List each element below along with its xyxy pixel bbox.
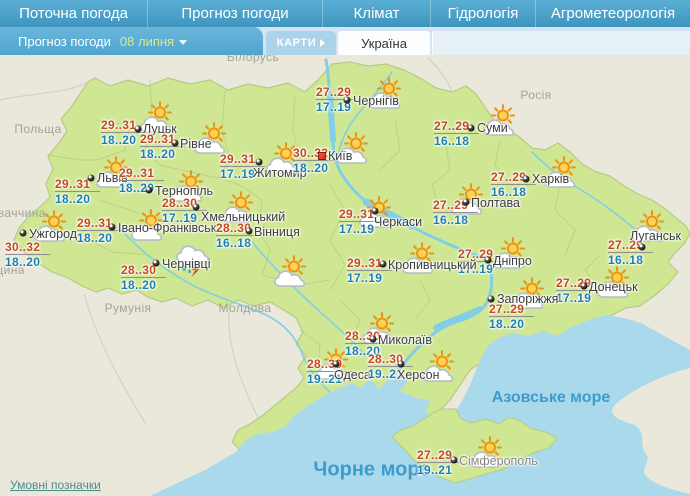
city-marker-dot[interactable]	[485, 257, 492, 264]
maps-tab-label: КАРТИ	[277, 37, 316, 49]
night-temp: 18..20	[55, 193, 100, 206]
city-label[interactable]: Черкаси	[374, 215, 422, 229]
city-label[interactable]: Луганськ	[630, 229, 681, 243]
city-marker-dot[interactable]	[153, 260, 160, 267]
temp-range: 27..2916..18	[608, 239, 653, 267]
night-temp: 16..18	[434, 135, 479, 148]
day-temp: 29..31	[119, 167, 164, 181]
country-label: Румунія	[105, 301, 152, 315]
temp-range: 27..2916..18	[491, 171, 536, 199]
city-label[interactable]: Чернігів	[353, 94, 399, 108]
region-tab-label: Україна	[361, 36, 407, 51]
capital-marker[interactable]	[318, 152, 326, 160]
city-label[interactable]: Донецьк	[589, 280, 638, 294]
night-temp: 18..20	[5, 256, 50, 269]
city-marker-dot[interactable]	[372, 208, 379, 215]
city-label[interactable]: Вінниця	[254, 225, 300, 239]
city-label[interactable]: Миколаїв	[378, 333, 432, 347]
subnav-filler	[432, 31, 690, 55]
breadcrumb-section-label: Прогноз погоди	[18, 34, 111, 49]
main-nav: Поточна погодаПрогноз погодиКліматГідрол…	[0, 0, 690, 27]
city-label[interactable]: Херсон	[397, 368, 440, 382]
sub-nav: Прогноз погоди 08 липня КАРТИ Україна	[0, 27, 690, 55]
day-temp: 28..30	[162, 197, 207, 211]
day-temp: 28..30	[121, 264, 166, 278]
city-marker-dot[interactable]	[88, 175, 95, 182]
weather-forecast-page: ПольщаБілорусьРосіяСловаччинаУгорщинаРум…	[0, 0, 690, 496]
night-temp: 19..21	[417, 464, 462, 477]
city-label[interactable]: Харків	[532, 172, 569, 186]
chevron-down-icon[interactable]	[179, 40, 187, 45]
forecast-breadcrumb-tab[interactable]: Прогноз погоди 08 липня	[0, 27, 263, 55]
nav-tab-4[interactable]: Гідрологія	[430, 0, 535, 27]
date-selector[interactable]: 08 липня	[120, 34, 174, 49]
country-label: Молдова	[219, 301, 272, 315]
temp-range: 27..2918..20	[489, 303, 534, 331]
arrow-right-icon	[320, 39, 325, 47]
city-label[interactable]: Чернівці	[162, 257, 211, 271]
city-marker-dot[interactable]	[146, 187, 153, 194]
legend-link[interactable]: Умовні позначки	[10, 478, 101, 492]
night-temp: 18..20	[121, 279, 166, 292]
city-marker-dot[interactable]	[344, 97, 351, 104]
nav-tab-3[interactable]: Клімат	[322, 0, 430, 27]
city-marker-dot[interactable]	[523, 176, 530, 183]
city-label[interactable]: Суми	[477, 121, 508, 135]
city-marker-dot[interactable]	[380, 261, 387, 268]
city-marker-dot[interactable]	[20, 230, 27, 237]
sea-label: Азовське море	[492, 389, 610, 407]
temp-range: 29..3118..20	[77, 217, 122, 245]
city-marker-dot[interactable]	[488, 296, 495, 303]
city-label[interactable]: Запоріжжя	[497, 292, 558, 306]
temp-range: 28..3018..20	[121, 264, 166, 292]
country-label: Росія	[520, 88, 551, 102]
city-label[interactable]: Кропивницький	[388, 258, 477, 272]
temp-range: 29..3118..20	[140, 133, 185, 161]
night-temp: 18..20	[293, 162, 338, 175]
nav-tab-5[interactable]: Агрометеорологія	[535, 0, 690, 27]
temp-range: 29..3118..20	[55, 178, 100, 206]
temp-range: 30..3218..20	[5, 241, 50, 269]
city-marker-dot[interactable]	[172, 140, 179, 147]
nav-tab-1[interactable]: Поточна погода	[0, 0, 147, 27]
sea-label: Чорне море	[313, 459, 430, 482]
city-label[interactable]: Полтава	[471, 196, 520, 210]
city-marker-dot[interactable]	[468, 125, 475, 132]
maps-tab[interactable]: КАРТИ	[266, 31, 336, 55]
night-temp: 18..20	[140, 148, 185, 161]
city-label[interactable]: Сімферополь	[459, 454, 538, 468]
day-temp: 28..30	[368, 353, 413, 367]
night-temp: 18..20	[77, 232, 122, 245]
night-temp: 18..20	[489, 318, 534, 331]
weather-map: ПольщаБілорусьРосіяСловаччинаУгорщинаРум…	[0, 0, 690, 496]
city-label[interactable]: Одеса	[334, 368, 371, 382]
city-marker-dot[interactable]	[333, 361, 340, 368]
city-marker-dot[interactable]	[193, 204, 200, 211]
nav-tab-2[interactable]: Прогноз погоди	[147, 0, 322, 27]
city-label[interactable]: Дніпро	[493, 254, 532, 268]
city-label[interactable]: Київ	[328, 149, 352, 163]
city-label[interactable]: Ужгород	[29, 227, 77, 241]
day-temp: 29..31	[140, 133, 185, 147]
ukraine-map-base	[0, 0, 690, 496]
night-temp: 16..18	[433, 214, 478, 227]
city-marker-dot[interactable]	[463, 199, 470, 206]
city-marker-dot[interactable]	[256, 159, 263, 166]
city-marker-dot[interactable]	[246, 228, 253, 235]
region-tab-ukraine[interactable]: Україна	[338, 31, 430, 55]
city-marker-dot[interactable]	[451, 457, 458, 464]
country-label: Польща	[14, 122, 61, 136]
day-temp: 30..32	[5, 241, 50, 255]
city-label[interactable]: Рівне	[180, 137, 212, 151]
city-marker-dot[interactable]	[581, 283, 588, 290]
city-marker-dot[interactable]	[370, 336, 377, 343]
night-temp: 17..19	[347, 272, 392, 285]
city-marker-dot[interactable]	[639, 244, 646, 251]
day-temp: 29..31	[77, 217, 122, 231]
city-marker-dot[interactable]	[398, 361, 405, 368]
city-marker-dot[interactable]	[109, 224, 116, 231]
